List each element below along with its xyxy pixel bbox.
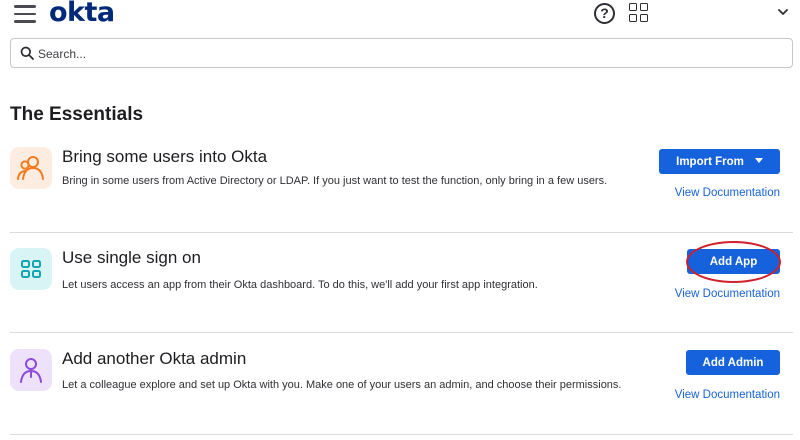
top-bar: okta ? (0, 0, 800, 30)
highlight-circle (686, 241, 781, 283)
add-admin-button[interactable]: Add Admin (686, 350, 780, 375)
view-documentation-link[interactable]: View Documentation (675, 389, 780, 401)
admin-icon (10, 349, 52, 391)
divider (10, 232, 793, 233)
card-title: Bring some users into Okta (62, 147, 268, 166)
card-description: Bring in some users from Active Director… (62, 175, 608, 187)
card-add-admin: Add another Okta admin Let a colleague e… (10, 349, 793, 440)
question-circle-icon[interactable]: ? (594, 3, 615, 24)
card-description: Let users access an app from their Okta … (62, 279, 538, 291)
apps-grid-icon (10, 248, 52, 290)
card-single-sign-on: Use single sign on Let users access an a… (10, 248, 793, 348)
search-bar[interactable] (10, 38, 793, 68)
import-from-label: Import From (676, 155, 744, 168)
okta-logo[interactable]: okta (49, 0, 115, 28)
card-title: Use single sign on (62, 248, 201, 267)
users-icon (10, 147, 52, 189)
section-title: The Essentials (10, 104, 144, 125)
card-import-users: Bring some users into Okta Bring in some… (10, 147, 793, 247)
card-description: Let a colleague explore and set up Okta … (62, 379, 622, 391)
search-input[interactable] (38, 44, 778, 64)
divider (10, 332, 793, 333)
hamburger-icon[interactable] (14, 5, 36, 23)
card-title: Add another Okta admin (62, 349, 247, 368)
view-documentation-link[interactable]: View Documentation (675, 187, 780, 199)
search-icon (20, 46, 34, 60)
chevron-down-icon[interactable] (777, 6, 789, 18)
caret-down-icon (754, 157, 763, 163)
view-documentation-link[interactable]: View Documentation (675, 288, 780, 300)
divider (10, 434, 793, 435)
grid-icon[interactable] (629, 3, 649, 23)
import-from-button[interactable]: Import From (659, 149, 780, 174)
